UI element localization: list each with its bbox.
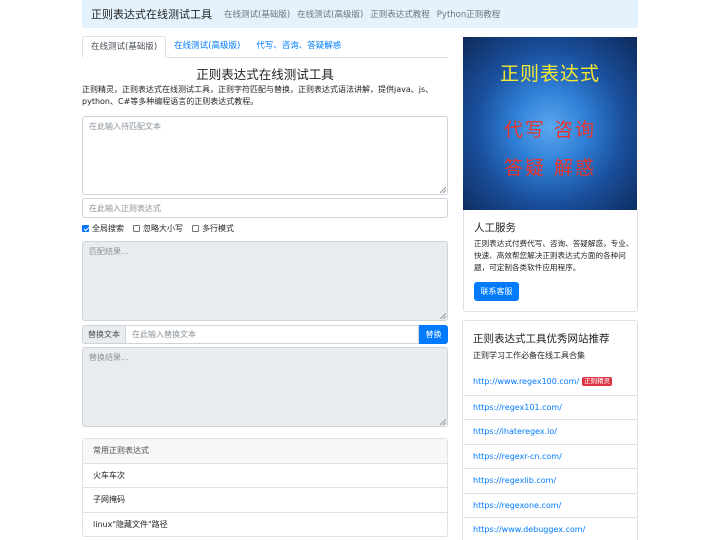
- recommended-sites-card: 正则表达式工具优秀网站推荐 正则学习工作必备在线工具合集 http://www.…: [462, 320, 638, 540]
- site-url[interactable]: https://regexlib.com/: [473, 476, 556, 485]
- sites-title: 正则表达式工具优秀网站推荐: [473, 333, 610, 345]
- regex-input[interactable]: 在此输入正则表达式: [82, 198, 448, 218]
- match-result-output[interactable]: 匹配结果...: [82, 241, 448, 321]
- list-item[interactable]: 火车车次: [83, 464, 447, 488]
- nav-link-tutorial[interactable]: 正则表达式教程: [370, 8, 430, 20]
- list-item[interactable]: linux"隐藏文件"路径: [83, 513, 447, 537]
- regex-options: 全局搜索 忽略大小写 多行模式: [82, 222, 448, 234]
- site-url[interactable]: http://www.regex100.com/: [473, 377, 579, 386]
- service-card: 人工服务 正则表达式付费代写、咨询、答疑解惑，专业、快速、高效帮您解决正则表达式…: [463, 210, 638, 312]
- checkbox-multiline[interactable]: [192, 224, 199, 232]
- option-multiline[interactable]: 多行模式: [192, 223, 234, 234]
- tab-advanced[interactable]: 在线测试(高级版): [166, 36, 248, 58]
- site-url[interactable]: https://ihateregex.io/: [473, 427, 557, 436]
- contact-service-button[interactable]: 联系客服: [474, 282, 519, 301]
- replace-input[interactable]: 在此输入替换文本: [126, 325, 419, 344]
- ad-line-2: 代写 咨询: [503, 119, 597, 141]
- top-navbar: 正则表达式在线测试工具 在线测试(基础版) 在线测试(高级版) 正则表达式教程 …: [82, 0, 638, 28]
- resize-handle-icon[interactable]: [440, 419, 446, 425]
- ad-banner[interactable]: 正则表达式 代写 咨询 答疑 解惑: [463, 37, 637, 210]
- site-badge: 正则精灵: [582, 377, 613, 386]
- option-ignore-case-label: 忽略大小写: [143, 223, 183, 233]
- common-regex-list: 常用正则表达式 火车车次 子网掩码 linux"隐藏文件"路径: [82, 438, 448, 537]
- service-title: 人工服务: [474, 222, 516, 234]
- site-link-debuggex[interactable]: https://www.debuggex.com/: [463, 517, 637, 540]
- navbar-brand[interactable]: 正则表达式在线测试工具: [91, 6, 212, 22]
- site-link-regex101[interactable]: https://regex101.com/: [463, 395, 637, 420]
- nav-link-advanced[interactable]: 在线测试(高级版): [297, 8, 363, 20]
- replace-result-output[interactable]: 替换结果...: [82, 347, 448, 427]
- checkbox-ignore-case[interactable]: [133, 224, 140, 232]
- intro-text: 正则精灵，正则表达式在线测试工具，正则字符匹配与替换，正则表达式语法讲解，提供j…: [82, 85, 434, 106]
- site-link-regexone[interactable]: https://regexone.com/: [463, 493, 637, 518]
- sites-subtitle: 正则学习工作必备在线工具合集: [473, 351, 585, 360]
- replace-label: 替换文本: [82, 325, 126, 344]
- site-link-regexlib[interactable]: https://regexlib.com/: [463, 468, 637, 493]
- tab-consulting[interactable]: 代写、咨询、答疑解惑: [248, 36, 349, 58]
- nav-link-basic[interactable]: 在线测试(基础版): [224, 8, 290, 20]
- checkbox-global[interactable]: [82, 224, 89, 232]
- replace-row: 替换文本 在此输入替换文本 替换: [82, 325, 448, 344]
- mode-tabs: 在线测试(基础版) 在线测试(高级版) 代写、咨询、答疑解惑: [82, 36, 448, 58]
- site-link-regexr-cn[interactable]: https://regexr-cn.com/: [463, 444, 637, 469]
- option-global[interactable]: 全局搜索: [82, 223, 124, 234]
- ad-line-1: 正则表达式: [499, 63, 600, 85]
- option-multiline-label: 多行模式: [202, 223, 234, 233]
- site-link-ihateregex[interactable]: https://ihateregex.io/: [463, 419, 637, 444]
- list-item[interactable]: 子网掩码: [83, 488, 447, 513]
- match-text-placeholder: 在此输入待匹配文本: [89, 122, 161, 131]
- resize-handle-icon[interactable]: [440, 313, 446, 319]
- nav-link-python-tutorial[interactable]: Python正则教程: [437, 8, 500, 20]
- replace-result-placeholder: 替换结果...: [89, 353, 129, 362]
- site-url[interactable]: https://www.debuggex.com/: [473, 525, 585, 534]
- service-text: 正则表达式付费代写、咨询、答疑解惑，专业、快速、高效帮您解决正则表达式方面的各种…: [474, 239, 634, 272]
- site-url[interactable]: https://regexr-cn.com/: [473, 452, 562, 461]
- replace-button[interactable]: 替换: [419, 325, 448, 344]
- site-link-regex100[interactable]: http://www.regex100.com/正则精灵: [463, 370, 637, 395]
- site-url[interactable]: https://regexone.com/: [473, 501, 561, 510]
- common-regex-header: 常用正则表达式: [83, 439, 447, 464]
- regex-placeholder: 在此输入正则表达式: [89, 203, 161, 213]
- match-result-placeholder: 匹配结果...: [89, 247, 129, 256]
- tab-basic[interactable]: 在线测试(基础版): [82, 36, 167, 58]
- resize-handle-icon[interactable]: [440, 187, 446, 193]
- ad-line-3: 答疑 解惑: [503, 157, 597, 179]
- option-global-label: 全局搜索: [92, 223, 124, 233]
- page-title: 正则表达式在线测试工具: [196, 67, 334, 82]
- site-url[interactable]: https://regex101.com/: [473, 403, 562, 412]
- match-text-input[interactable]: 在此输入待匹配文本: [82, 116, 448, 195]
- option-ignore-case[interactable]: 忽略大小写: [133, 223, 183, 234]
